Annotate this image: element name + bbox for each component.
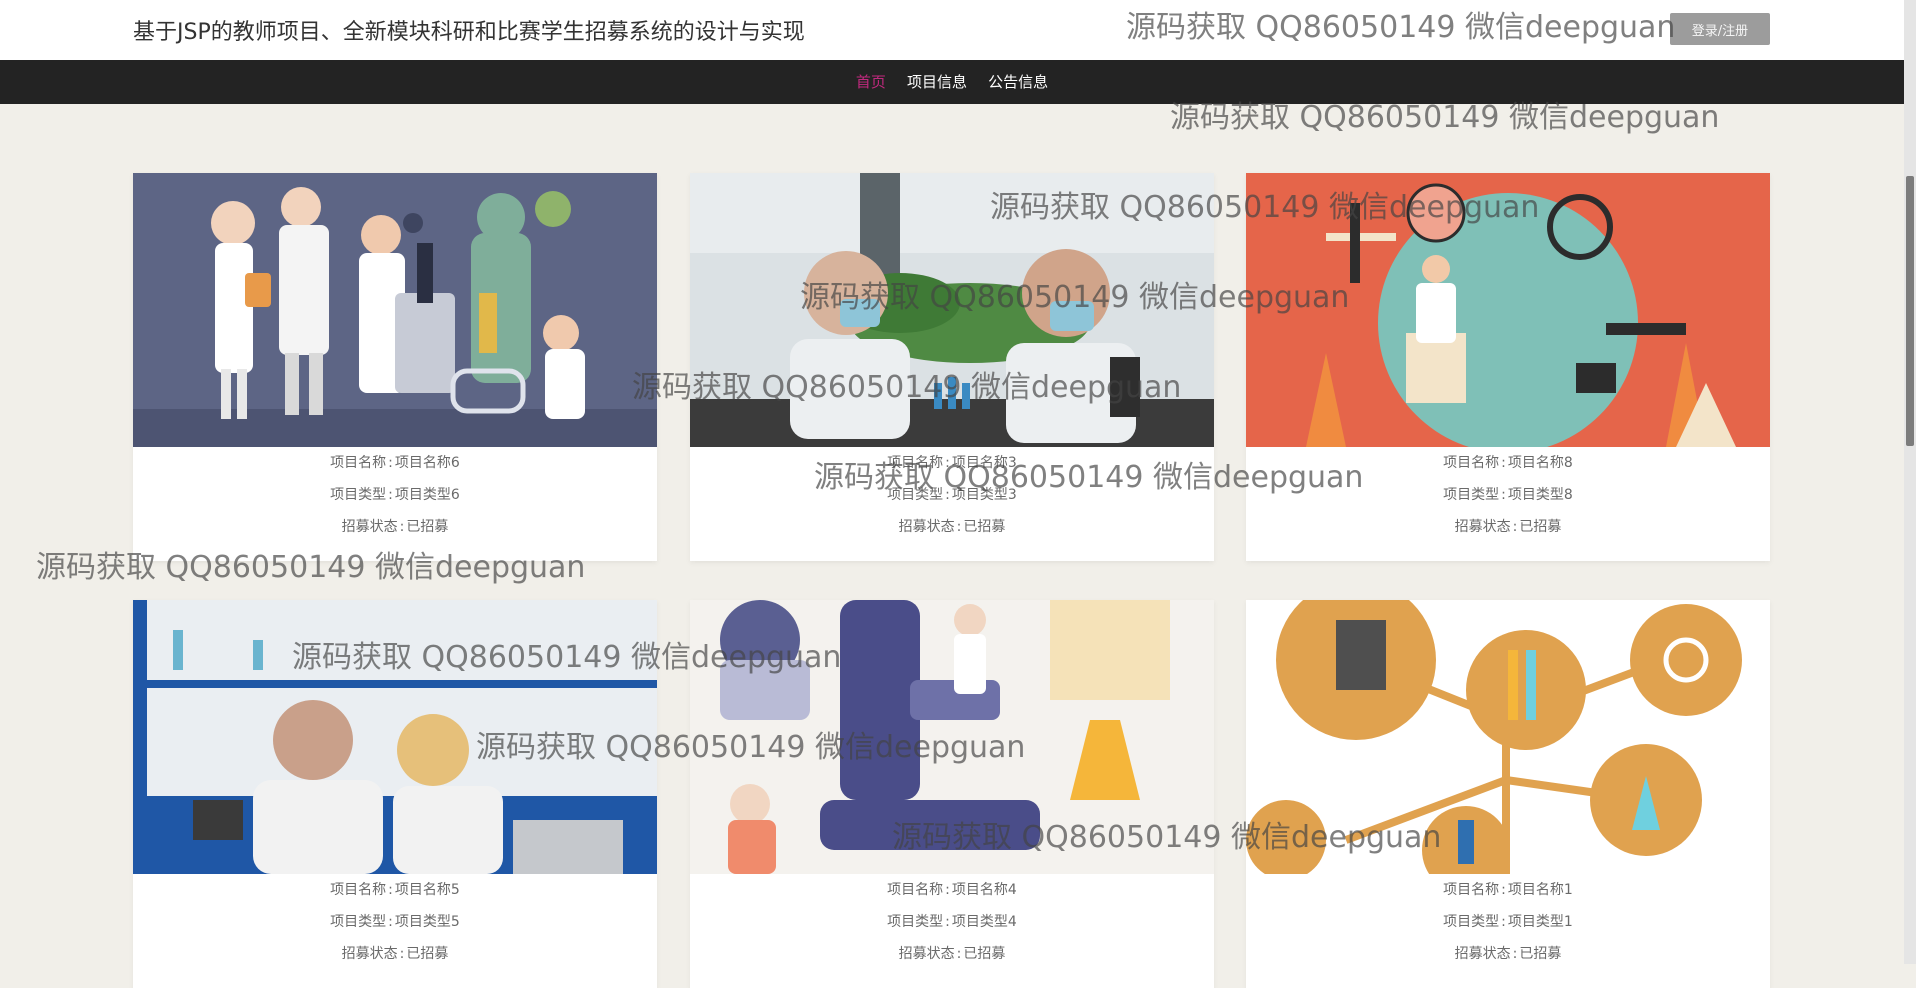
project-card[interactable]: 项目名称: 项目名称8 项目类型: 项目类型8 招募状态: 已招募 <box>1246 173 1770 561</box>
project-card[interactable]: 项目名称: 项目名称3 项目类型: 项目类型3 招募状态: 已招募 <box>690 173 1214 561</box>
top-header: 基于JSP的教师项目、全新模块科研和比赛学生招募系统的设计与实现 登录/注册 <box>0 0 1904 60</box>
recruit-status-line: 招募状态: 已招募 <box>1454 946 1562 962</box>
project-image[interactable] <box>133 173 657 447</box>
nav-item-home[interactable]: 首页 <box>856 60 886 104</box>
project-name-line: 项目名称: 项目名称3 <box>887 455 1017 471</box>
project-name-line: 项目名称: 项目名称4 <box>887 882 1017 898</box>
project-name-line: 项目名称: 项目名称6 <box>330 455 460 471</box>
nav-item-announcements[interactable]: 公告信息 <box>988 60 1048 104</box>
project-image[interactable] <box>690 173 1214 447</box>
scrollbar-thumb[interactable] <box>1906 176 1914 446</box>
project-info: 项目名称: 项目名称8 项目类型: 项目类型8 招募状态: 已招募 <box>1246 447 1770 543</box>
project-card[interactable]: 项目名称: 项目名称5 项目类型: 项目类型5 招募状态: 已招募 <box>133 600 657 988</box>
project-type-line: 项目类型: 项目类型4 <box>887 914 1017 930</box>
project-image[interactable] <box>133 600 657 874</box>
project-name-line: 项目名称: 项目名称8 <box>1443 455 1573 471</box>
project-type-line: 项目类型: 项目类型1 <box>1443 914 1573 930</box>
project-type-line: 项目类型: 项目类型3 <box>887 487 1017 503</box>
project-name-line: 项目名称: 项目名称1 <box>1443 882 1573 898</box>
recruit-status-line: 招募状态: 已招募 <box>341 946 449 962</box>
project-info: 项目名称: 项目名称1 项目类型: 项目类型1 招募状态: 已招募 <box>1246 874 1770 970</box>
page-scrollbar[interactable] <box>1904 0 1916 964</box>
recruit-status-line: 招募状态: 已招募 <box>898 519 1006 535</box>
project-info: 项目名称: 项目名称5 项目类型: 项目类型5 招募状态: 已招募 <box>133 874 657 970</box>
nav-item-projects[interactable]: 项目信息 <box>907 60 967 104</box>
project-type-line: 项目类型: 项目类型8 <box>1443 487 1573 503</box>
project-image[interactable] <box>1246 173 1770 447</box>
project-info: 项目名称: 项目名称6 项目类型: 项目类型6 招募状态: 已招募 <box>133 447 657 543</box>
project-info: 项目名称: 项目名称3 项目类型: 项目类型3 招募状态: 已招募 <box>690 447 1214 543</box>
site-title: 基于JSP的教师项目、全新模块科研和比赛学生招募系统的设计与实现 <box>133 20 805 45</box>
project-card[interactable]: 项目名称: 项目名称6 项目类型: 项目类型6 招募状态: 已招募 <box>133 173 657 561</box>
project-card[interactable]: 项目名称: 项目名称1 项目类型: 项目类型1 招募状态: 已招募 <box>1246 600 1770 988</box>
recruit-status-line: 招募状态: 已招募 <box>898 946 1006 962</box>
recruit-status-line: 招募状态: 已招募 <box>1454 519 1562 535</box>
login-register-button[interactable]: 登录/注册 <box>1670 13 1770 45</box>
main-nav: 首页 项目信息 公告信息 <box>0 60 1904 104</box>
project-info: 项目名称: 项目名称4 项目类型: 项目类型4 招募状态: 已招募 <box>690 874 1214 970</box>
project-name-line: 项目名称: 项目名称5 <box>330 882 460 898</box>
project-type-line: 项目类型: 项目类型5 <box>330 914 460 930</box>
recruit-status-line: 招募状态: 已招募 <box>341 519 449 535</box>
project-image[interactable] <box>1246 600 1770 874</box>
project-card[interactable]: 项目名称: 项目名称4 项目类型: 项目类型4 招募状态: 已招募 <box>690 600 1214 988</box>
project-type-line: 项目类型: 项目类型6 <box>330 487 460 503</box>
project-image[interactable] <box>690 600 1214 874</box>
